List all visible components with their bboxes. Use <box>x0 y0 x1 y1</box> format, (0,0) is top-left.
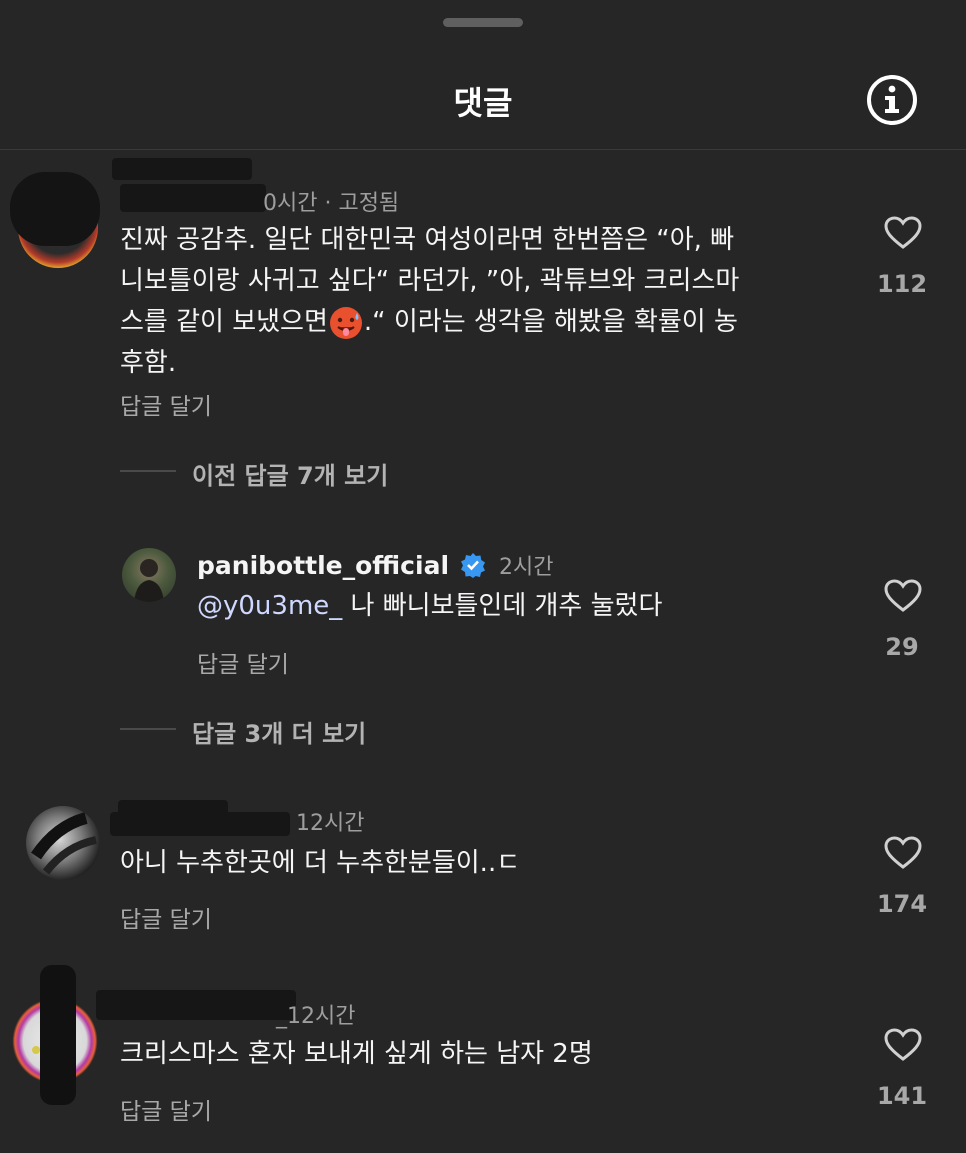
view-previous-replies-button[interactable]: 이전 답글 7개 보기 <box>192 456 388 491</box>
redacted-avatar-part <box>40 965 76 1105</box>
info-icon[interactable] <box>866 74 918 126</box>
comment-text: 크리스마스 혼자 보내게 싶게 하는 남자 2명 <box>120 1039 593 1069</box>
comment-text: 진짜 공감추. 일단 대한민국 여성이라면 한번쯤은 “아, 빠 니보틀이랑 사… <box>120 225 740 378</box>
avatar[interactable] <box>26 806 100 880</box>
reply-button[interactable]: 답글 달기 <box>197 645 289 679</box>
sheet-drag-handle[interactable] <box>443 18 523 27</box>
reply-button[interactable]: 답글 달기 <box>120 1092 212 1126</box>
reply-button[interactable]: 답글 달기 <box>120 387 212 421</box>
avatar[interactable] <box>122 548 176 602</box>
header-divider <box>0 149 966 150</box>
username[interactable]: panibottle_official <box>197 551 449 580</box>
like-count: 174 <box>876 890 928 918</box>
redacted-username <box>112 158 252 180</box>
comment-meta: 12시간 <box>296 811 365 836</box>
comment-meta: _12시간 <box>276 1004 356 1029</box>
person-silhouette-icon <box>134 559 164 602</box>
thread-line <box>120 728 176 730</box>
reply-text: @y0u3me_ 나 빠니보틀인데 개추 눌렀다 <box>197 591 663 621</box>
heart-icon[interactable] <box>884 1028 922 1062</box>
redacted-username <box>10 172 100 246</box>
avatar-graphic-icon <box>31 812 97 875</box>
redacted-username <box>110 812 290 836</box>
reply-header: panibottle_official 2시간 <box>197 549 554 581</box>
reply-button[interactable]: 답글 달기 <box>120 900 212 934</box>
page-title: 댓글 <box>453 84 513 122</box>
like-count: 141 <box>876 1082 928 1110</box>
reply-time: 2시간 <box>499 555 554 580</box>
comment-text: 아니 누추한곳에 더 누추한분들이..ㄷ <box>120 848 521 878</box>
heart-icon[interactable] <box>884 579 922 613</box>
like-count: 112 <box>876 270 928 298</box>
mention-link[interactable]: @y0u3me_ <box>197 591 342 621</box>
hot-face-emoji-icon <box>329 306 362 339</box>
heart-icon[interactable] <box>884 836 922 870</box>
redacted-username <box>120 184 266 212</box>
comment-meta: 0시간 · 고정됨 <box>263 191 400 216</box>
redacted-username <box>96 990 296 1020</box>
like-count: 29 <box>885 633 919 661</box>
heart-icon[interactable] <box>884 216 922 250</box>
verified-badge-icon <box>461 553 486 578</box>
view-more-replies-button[interactable]: 답글 3개 더 보기 <box>192 714 366 749</box>
thread-line <box>120 470 176 472</box>
